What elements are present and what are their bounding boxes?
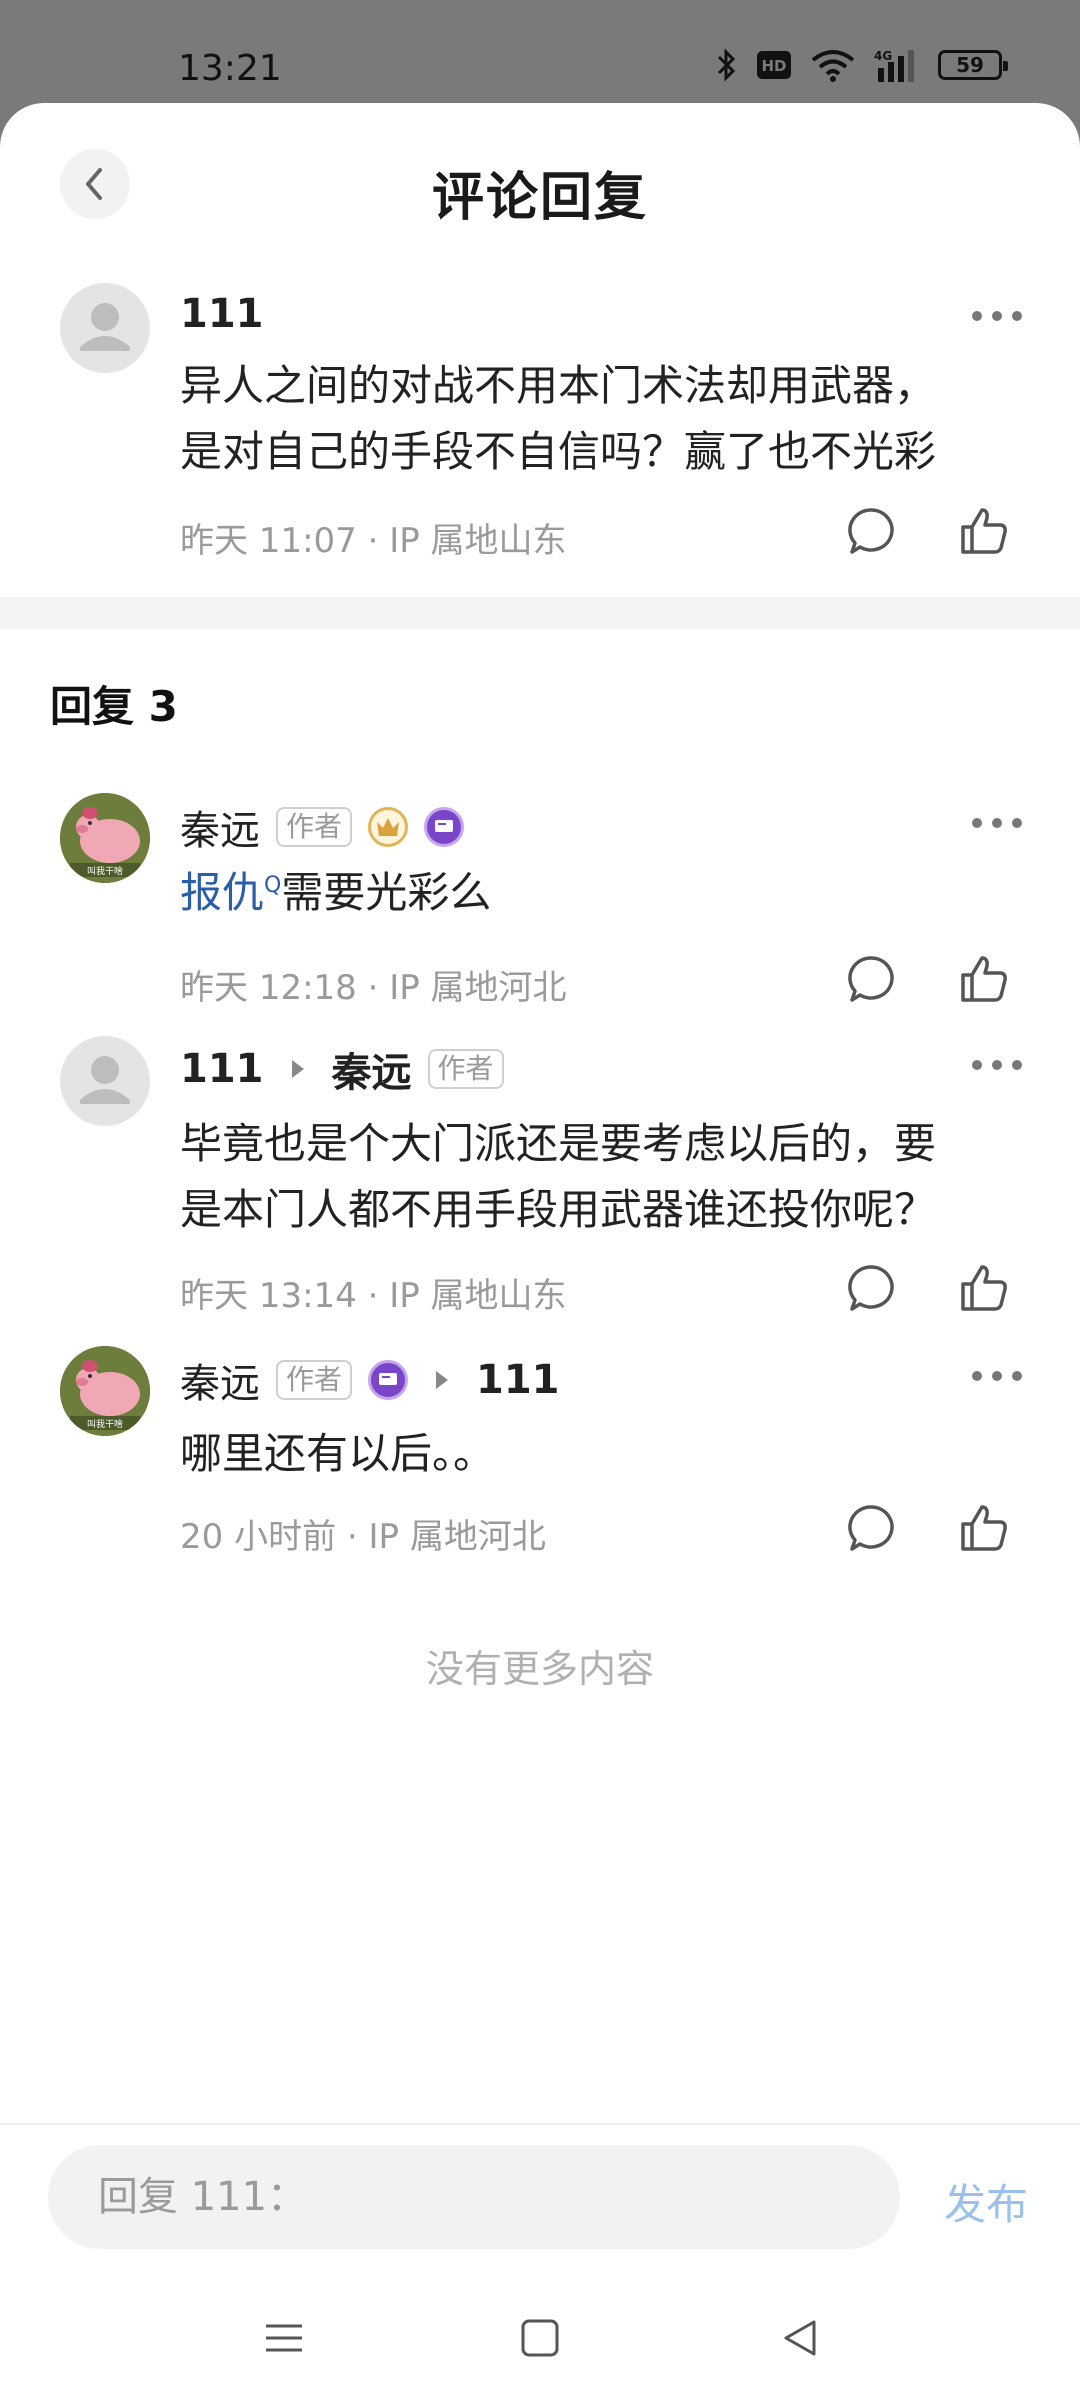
reply-actions	[846, 1262, 1010, 1314]
comment-actions	[846, 505, 1010, 557]
comment-text: 异人之间的对战不用本门术法却用武器， 是对自己的手段不自信吗？赢了也不光彩	[180, 353, 1010, 485]
reply-text-line: 是本门人都不用手段用武器谁还投你呢？	[180, 1185, 937, 1234]
pig-avatar-icon: 叫我干啥	[60, 793, 150, 883]
signal-icon: 4G	[874, 49, 914, 82]
reply-meta: 昨天 13:14 · IP 属地山东	[180, 1276, 567, 1316]
keyword-link[interactable]: 报仇	[180, 868, 264, 917]
search-mark-icon[interactable]: Q	[264, 873, 281, 898]
name-row: 秦远 作者	[180, 798, 465, 856]
comment-icon[interactable]	[846, 1502, 898, 1554]
reply-text-line: 毕竟也是个大门派还是要考虑以后的，要	[180, 1119, 937, 1168]
reply-text: 报仇Q需要光彩么	[180, 853, 1010, 926]
status-time: 13:21	[178, 48, 282, 89]
svg-text:HD: HD	[761, 57, 786, 75]
battery-level: 59	[956, 53, 984, 77]
status-icons: HD 4G 59	[716, 48, 1008, 82]
battery-indicator: 59	[938, 50, 1008, 80]
default-user-icon	[80, 303, 130, 351]
like-icon[interactable]	[958, 953, 1010, 1005]
more-options-button[interactable]	[972, 818, 1022, 828]
default-user-icon	[80, 1056, 130, 1104]
header: 评论回复	[0, 103, 1080, 273]
comment-icon[interactable]	[846, 505, 898, 557]
more-options-button[interactable]	[972, 311, 1022, 321]
system-nav-bar	[0, 2268, 1080, 2400]
hd-icon: HD	[757, 51, 791, 79]
reply-item: 叫我干啥 秦远 作者 111 哪里还有以后。。 20 小时前 · IP 属地河北	[0, 1346, 1080, 1566]
menu-nav-button[interactable]	[254, 2308, 314, 2368]
comment-reply-sheet: 评论回复 111 异人之间的对战不用本门术法却用武器， 是对自己的手段不自信吗？…	[0, 103, 1080, 2400]
username[interactable]: 秦远	[180, 798, 260, 856]
back-triangle-icon	[784, 2320, 816, 2356]
author-tag: 作者	[276, 1360, 353, 1400]
menu-icon	[266, 2324, 302, 2352]
avatar[interactable]	[60, 1036, 150, 1126]
back-nav-button[interactable]	[770, 2308, 830, 2368]
reply-item: 叫我干啥 秦远 作者 报仇Q需要光彩么 昨天 12:18 · IP 属地河北	[0, 793, 1080, 1013]
reply-text: 毕竟也是个大门派还是要考虑以后的，要 是本门人都不用手段用武器谁还投你呢？	[180, 1111, 1010, 1243]
username[interactable]: 秦远	[180, 1351, 260, 1409]
comment-icon[interactable]	[846, 953, 898, 1005]
name-row: 111 秦远 作者	[180, 1040, 504, 1098]
crown-badge-icon	[368, 807, 409, 847]
home-square-icon	[521, 2319, 559, 2357]
reply-input[interactable]	[48, 2145, 900, 2249]
comment-meta: 昨天 11:07 · IP 属地山东	[180, 521, 567, 561]
reply-actions	[846, 1502, 1010, 1554]
pig-avatar-icon: 叫我干啥	[60, 1346, 150, 1436]
reply-to-username[interactable]: 111	[476, 1357, 560, 1403]
comment-text-line: 异人之间的对战不用本门术法却用武器，	[180, 361, 937, 410]
name-row: 秦远 作者 111	[180, 1351, 560, 1409]
author-tag: 作者	[427, 1049, 504, 1089]
like-icon[interactable]	[958, 1502, 1010, 1554]
reply-to-arrow-icon	[291, 1060, 304, 1078]
page-title: 评论回复	[431, 168, 648, 228]
reply-composer: 发布	[0, 2123, 1080, 2263]
main-comment: 111 异人之间的对战不用本门术法却用武器， 是对自己的手段不自信吗？赢了也不光…	[0, 283, 1080, 603]
avatar[interactable]: 叫我干啥	[60, 1346, 150, 1436]
svg-text:叫我干啥: 叫我干啥	[87, 1418, 123, 1430]
replies-count-heading: 回复 3	[50, 682, 178, 731]
reply-text: 哪里还有以后。。	[180, 1429, 496, 1478]
publish-button[interactable]: 发布	[944, 2171, 1028, 2232]
home-nav-button[interactable]	[510, 2308, 570, 2368]
no-more-content-label: 没有更多内容	[425, 1647, 654, 1691]
more-options-button[interactable]	[972, 1371, 1022, 1381]
svg-text:4G: 4G	[874, 49, 892, 63]
comment-icon[interactable]	[846, 1262, 898, 1314]
like-icon[interactable]	[958, 1262, 1010, 1314]
avatar[interactable]: 叫我干啥	[60, 793, 150, 883]
author-tag: 作者	[276, 807, 353, 847]
section-divider	[0, 597, 1080, 629]
reply-to-username[interactable]: 秦远	[332, 1040, 412, 1098]
more-options-button[interactable]	[972, 1060, 1022, 1070]
reply-meta: 20 小时前 · IP 属地河北	[180, 1517, 546, 1557]
reply-to-arrow-icon	[436, 1371, 449, 1389]
avatar[interactable]	[60, 283, 150, 373]
level-badge-icon	[368, 1360, 409, 1400]
wifi-icon	[811, 50, 855, 82]
reply-actions	[846, 953, 1010, 1005]
like-icon[interactable]	[958, 505, 1010, 557]
username[interactable]: 111	[180, 291, 264, 337]
reply-meta: 昨天 12:18 · IP 属地河北	[180, 968, 567, 1008]
comment-text-line: 是对自己的手段不自信吗？赢了也不光彩	[180, 427, 937, 476]
reply-item: 111 秦远 作者 毕竟也是个大门派还是要考虑以后的，要 是本门人都不用手段用武…	[0, 1036, 1080, 1316]
level-badge-icon	[424, 807, 465, 847]
bluetooth-icon	[717, 48, 736, 82]
reply-text-rest: 需要光彩么	[281, 868, 492, 917]
username[interactable]: 111	[180, 1046, 264, 1092]
name-row: 111	[180, 291, 264, 337]
svg-text:叫我干啥: 叫我干啥	[87, 865, 123, 877]
